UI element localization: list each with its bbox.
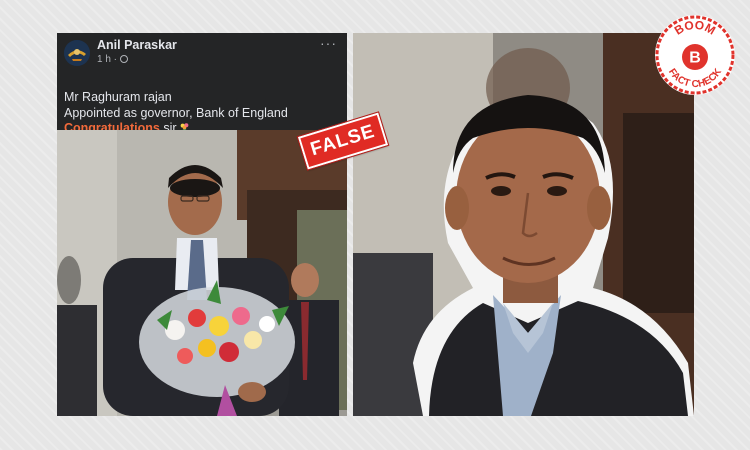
portrait-photo [353, 33, 694, 416]
logo-letter: B [689, 50, 701, 67]
facebook-post-screenshot: Anil Paraskar 1 h · ··· Mr Raghuram raja… [57, 33, 347, 416]
globe-icon [120, 55, 129, 63]
post-header: Anil Paraskar 1 h · ··· Mr Raghuram raja… [57, 33, 347, 135]
man-with-bouquet-photo [57, 130, 347, 416]
post-line-2: Appointed as governor, Bank of England [64, 105, 288, 120]
timestamp-text: 1 h [97, 54, 111, 65]
post-timestamp[interactable]: 1 h · [97, 54, 129, 65]
profile-avatar [64, 40, 90, 66]
boom-fact-check-logo: BOOM B FACT CHECK [655, 15, 735, 95]
post-line-1: Mr Raghuram rajan [64, 90, 172, 104]
author-name[interactable]: Anil Paraskar [97, 38, 177, 52]
more-options-icon[interactable]: ··· [320, 35, 337, 51]
